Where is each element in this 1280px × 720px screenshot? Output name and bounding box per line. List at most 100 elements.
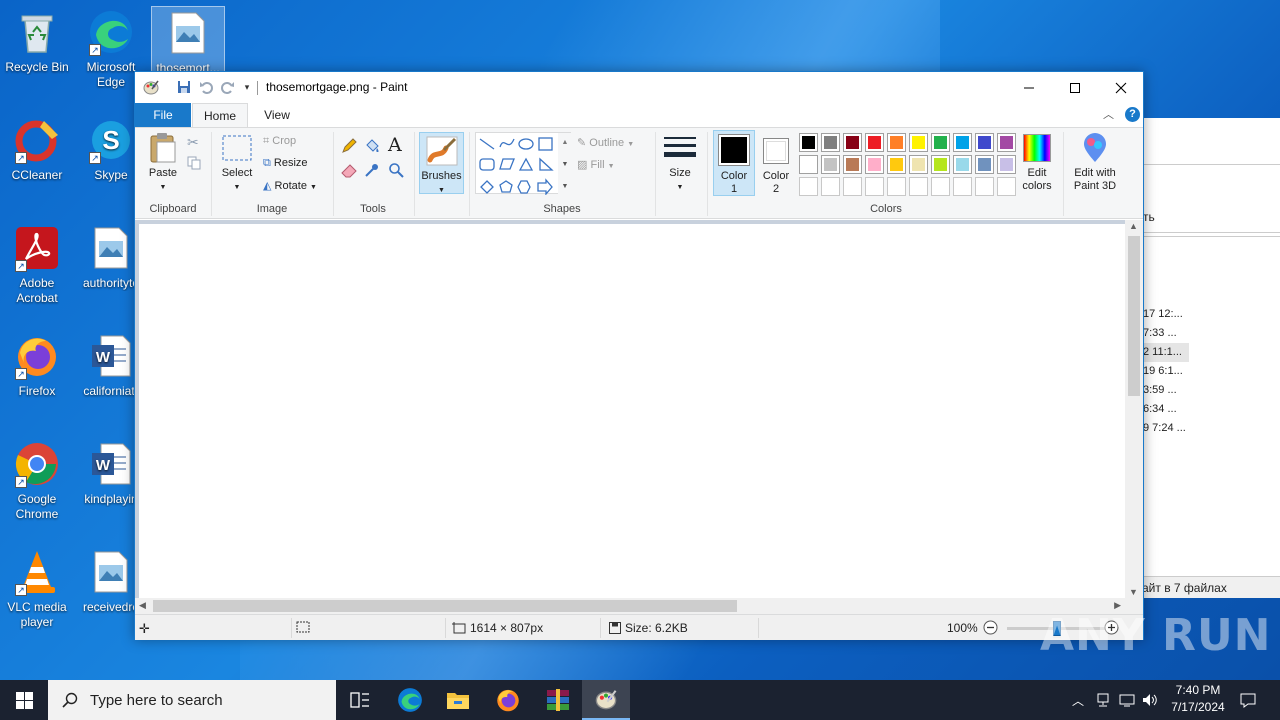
desktop-icon-google-chrome[interactable]: ↗ Google Chrome [0,440,74,522]
brushes-button[interactable]: Brushes ▼ [419,132,464,194]
taskbar-edge[interactable] [386,680,434,720]
taskbar-search-box[interactable]: Type here to search [48,680,336,720]
color-picker-icon[interactable] [364,162,380,183]
palette-swatch[interactable] [865,177,884,196]
palette-swatch[interactable] [909,177,928,196]
help-icon[interactable]: ? [1125,107,1140,122]
scroll-down-icon[interactable]: ▼ [1129,587,1138,597]
palette-swatch[interactable] [887,133,906,152]
text-tool-icon[interactable]: A [388,134,402,156]
palette-swatch[interactable] [887,155,906,174]
taskbar-clock[interactable]: 7:40 PM 7/17/2024 [1160,682,1236,716]
palette-swatch[interactable] [909,133,928,152]
vertical-scroll-thumb[interactable] [1128,236,1140,396]
desktop-icon-thosemortgage[interactable]: thosemort... [151,6,225,75]
list-item[interactable]: 3:59 ... [1143,381,1280,400]
cut-icon[interactable]: ✂ [187,134,199,151]
taskbar-firefox[interactable] [484,680,532,720]
desktop-icon-ccleaner[interactable]: ↗ CCleaner [0,116,74,183]
tab-view[interactable]: View [251,103,303,127]
palette-swatch[interactable] [887,177,906,196]
palette-swatch[interactable] [931,155,950,174]
show-hidden-icons-button[interactable]: ︿ [1068,680,1088,720]
palette-swatch[interactable] [909,155,928,174]
list-item[interactable]: 9 7:24 ... [1143,419,1280,438]
close-button[interactable] [1098,72,1144,103]
palette-swatch[interactable] [997,177,1016,196]
palette-swatch[interactable] [975,155,994,174]
zoom-out-icon[interactable] [983,620,998,635]
edit-with-paint3d-button[interactable]: Edit with Paint 3D [1067,132,1123,193]
resize-button[interactable]: ⧉ Resize [263,157,308,170]
palette-swatch[interactable] [821,155,840,174]
palette-swatch[interactable] [799,177,818,196]
list-item[interactable]: 6:34 ... [1143,400,1280,419]
scroll-up-icon[interactable]: ▲ [1129,221,1138,231]
desktop-icon-firefox[interactable]: ↗ Firefox [0,332,74,399]
shapes-gallery[interactable]: ▲ ▼ ▼ [475,132,572,196]
maximize-button[interactable] [1052,72,1098,103]
palette-swatch[interactable] [997,155,1016,174]
taskbar-paint[interactable] [582,680,630,720]
palette-swatch[interactable] [843,133,862,152]
palette-swatch[interactable] [799,155,818,174]
collapse-ribbon-icon[interactable]: ︿ [1103,106,1114,122]
paste-button[interactable]: Paste ▼ [143,132,183,194]
fill-button[interactable]: ▨ Fill ▼ [577,158,615,171]
redo-icon[interactable] [220,79,236,95]
palette-swatch[interactable] [975,133,994,152]
palette-swatch[interactable] [953,155,972,174]
horizontal-scroll-thumb[interactable] [153,600,737,612]
taskbar-file-explorer[interactable] [434,680,482,720]
list-item[interactable]: 2 11:1... [1143,343,1189,362]
outline-button[interactable]: ✎ Outline ▼ [577,136,634,149]
drawing-canvas[interactable] [139,224,1125,598]
scroll-left-icon[interactable]: ◀ [139,600,146,611]
paint-window[interactable]: ▾ thosemortgage.png - Paint File Home Vi… [134,71,1144,640]
eraser-icon[interactable] [341,162,357,183]
palette-swatch[interactable] [821,177,840,196]
palette-swatch[interactable] [799,133,818,152]
palette-swatch[interactable] [931,133,950,152]
tray-display-icon[interactable] [1116,680,1138,720]
undo-icon[interactable] [198,79,214,95]
list-item[interactable]: 17 12:... [1143,305,1280,324]
list-item[interactable]: 19 6:1... [1143,362,1280,381]
notifications-button[interactable] [1236,680,1260,720]
palette-swatch[interactable] [953,133,972,152]
size-button[interactable]: Size ▼ [661,132,699,194]
rotate-button[interactable]: ◭ Rotate ▼ [263,179,317,192]
desktop-icon-vlc[interactable]: ↗ VLC media player [0,548,74,630]
title-bar[interactable]: ▾ thosemortgage.png - Paint [135,72,1143,103]
palette-swatch[interactable] [821,133,840,152]
palette-swatch[interactable] [953,177,972,196]
select-button[interactable]: Select ▼ [217,132,257,194]
desktop-icon-adobe-acrobat[interactable]: ↗ Adobe Acrobat [0,224,74,306]
palette-swatch[interactable] [975,177,994,196]
palette-swatch[interactable] [843,177,862,196]
tray-network-icon[interactable] [1094,680,1112,720]
list-item[interactable]: 7:33 ... [1143,324,1280,343]
palette-swatch[interactable] [843,155,862,174]
save-icon[interactable] [176,79,192,95]
palette-swatch[interactable] [931,177,950,196]
palette-swatch[interactable] [865,155,884,174]
palette-swatch[interactable] [997,133,1016,152]
edit-colors-button[interactable]: Edit colors [1017,132,1057,193]
taskbar-winrar[interactable] [534,680,582,720]
vertical-scrollbar[interactable]: ▲ ▼ [1125,220,1143,598]
palette-swatch[interactable] [865,133,884,152]
tray-volume-icon[interactable] [1140,680,1160,720]
desktop-icon-recycle-bin[interactable]: Recycle Bin [0,8,74,75]
horizontal-scrollbar[interactable]: ◀ ▶ [135,598,1125,614]
start-button[interactable] [0,680,48,720]
paint-app-icon[interactable] [143,79,159,95]
fill-bucket-icon[interactable] [364,138,380,159]
task-view-button[interactable] [336,680,384,720]
crop-button[interactable]: ⌗ Crop [263,135,296,148]
tab-file[interactable]: File [135,103,191,127]
background-explorer-window[interactable]: ть 17 12:... 7:33 ... 2 11:1... 19 6:1..… [1142,118,1280,598]
color2-button[interactable]: Color 2 [757,130,795,196]
tab-home[interactable]: Home [192,103,248,127]
magnifier-icon[interactable] [388,162,404,183]
